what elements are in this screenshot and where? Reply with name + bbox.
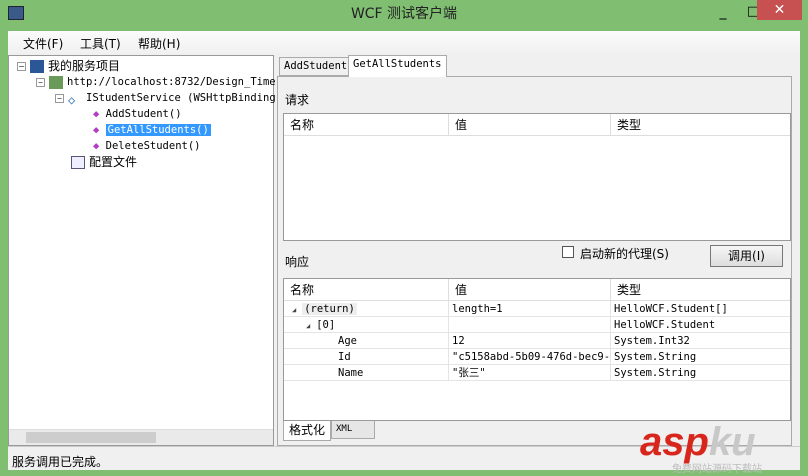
response-row[interactable]: ◢ [0] HelloWCF.Student [284, 317, 790, 333]
new-proxy-checkbox[interactable] [562, 246, 574, 258]
collapse-icon[interactable]: − [17, 62, 26, 71]
col-value: 值 [449, 279, 611, 301]
service-tree[interactable]: − 我的服务项目 − http://localhost:8732/Design_Ti… [8, 55, 276, 446]
row-value: "c5158abd-5b09-476d-bec9-9b [449, 349, 611, 365]
new-proxy-label: 启动新的代理(S) [580, 247, 669, 261]
col-type: 类型 [617, 118, 642, 132]
response-row[interactable]: Age 12 System.Int32 [284, 333, 790, 349]
operation-panel: AddStudent GetAllStudents 请求 名称值类型 启动新的代… [277, 55, 792, 446]
col-name: 名称 [284, 114, 449, 136]
expand-icon[interactable]: ◢ [306, 322, 310, 330]
scrollbar-thumb[interactable] [26, 432, 156, 443]
col-value: 值 [449, 114, 611, 136]
tree-contract[interactable]: − ◇ IStudentService (WSHttpBinding [55, 90, 276, 107]
service-icon [49, 75, 63, 89]
row-value: "张三" [449, 365, 611, 381]
minimize-button[interactable]: _ [708, 4, 738, 26]
request-grid[interactable]: 名称值类型 [283, 113, 791, 241]
menu-bar: 文件(F) 工具(T) 帮助(H) [8, 31, 800, 55]
method-icon: ◆ [93, 124, 106, 136]
tree-contract-label: IStudentService (WSHttpBinding [86, 92, 276, 104]
collapse-icon[interactable]: − [55, 93, 64, 103]
tree-op-getallstudents[interactable]: ◆ GetAllStudents() [93, 122, 211, 138]
tree-config[interactable]: 配置文件 [71, 154, 137, 170]
row-name: [0] [316, 319, 336, 331]
row-value: length=1 [449, 301, 611, 317]
response-row[interactable]: Name "张三" System.String [284, 365, 790, 381]
row-value [449, 317, 611, 333]
row-type: System.String [614, 351, 697, 363]
row-value: 12 [449, 333, 611, 349]
menu-help[interactable]: 帮助(H) [138, 35, 180, 52]
row-name: (return) [302, 303, 357, 315]
tree-config-label: 配置文件 [89, 155, 138, 169]
watermark-logo: aspku [640, 420, 756, 464]
response-label: 响应 [285, 255, 310, 269]
op-label: GetAllStudents() [105, 124, 211, 136]
tree-op-addstudent[interactable]: ◆ AddStudent() [93, 106, 182, 122]
tree-op-deletestudent[interactable]: ◆ DeleteStudent() [93, 138, 200, 154]
config-file-icon [71, 156, 85, 169]
col-type: 类型 [617, 283, 642, 297]
response-row[interactable]: Id "c5158abd-5b09-476d-bec9-9b System.Stri… [284, 349, 790, 365]
tree-endpoint-label: http://localhost:8732/Design_Time [67, 76, 276, 88]
tab-getallstudents[interactable]: GetAllStudents [348, 55, 447, 77]
col-name: 名称 [284, 279, 449, 301]
op-label: DeleteStudent() [105, 140, 201, 152]
collapse-icon[interactable]: − [36, 77, 45, 87]
tab-xml[interactable]: XML [331, 421, 375, 439]
watermark-subtitle: 免费网站源码下载站 [672, 464, 762, 475]
response-grid[interactable]: 名称值类型 ◢ (return) length=1 HelloWCF.Student[… [283, 278, 791, 421]
tree-root-label: 我的服务项目 [48, 59, 121, 73]
menu-file[interactable]: 文件(F) [23, 35, 63, 52]
row-name: Name [338, 367, 364, 379]
expand-icon[interactable]: ◢ [292, 306, 296, 314]
response-row[interactable]: ◢ (return) length=1 HelloWCF.Student[] [284, 301, 790, 317]
tree-root[interactable]: − 我的服务项目 [17, 58, 120, 74]
row-type: HelloWCF.Student [614, 319, 716, 331]
row-type: System.String [614, 367, 697, 379]
method-icon: ◆ [93, 108, 106, 120]
request-label: 请求 [285, 93, 310, 107]
window-title: WCF 测试客户端 [350, 6, 458, 22]
computer-icon [30, 60, 44, 73]
op-label: AddStudent() [105, 108, 182, 120]
row-name: Id [338, 351, 351, 363]
row-type: System.Int32 [614, 335, 690, 347]
row-type: HelloWCF.Student[] [614, 303, 728, 315]
method-icon: ◆ [93, 140, 106, 152]
menu-tools[interactable]: 工具(T) [80, 35, 121, 52]
tab-formatted[interactable]: 格式化 [283, 421, 331, 441]
invoke-button[interactable]: 调用(I) [710, 245, 783, 267]
row-name: Age [338, 335, 357, 347]
tab-addstudent[interactable]: AddStudent [279, 57, 353, 76]
interface-icon: ◇ [68, 92, 76, 107]
tree-endpoint[interactable]: − http://localhost:8732/Design_Time [36, 74, 276, 90]
close-button[interactable]: ✕ [757, 0, 802, 20]
